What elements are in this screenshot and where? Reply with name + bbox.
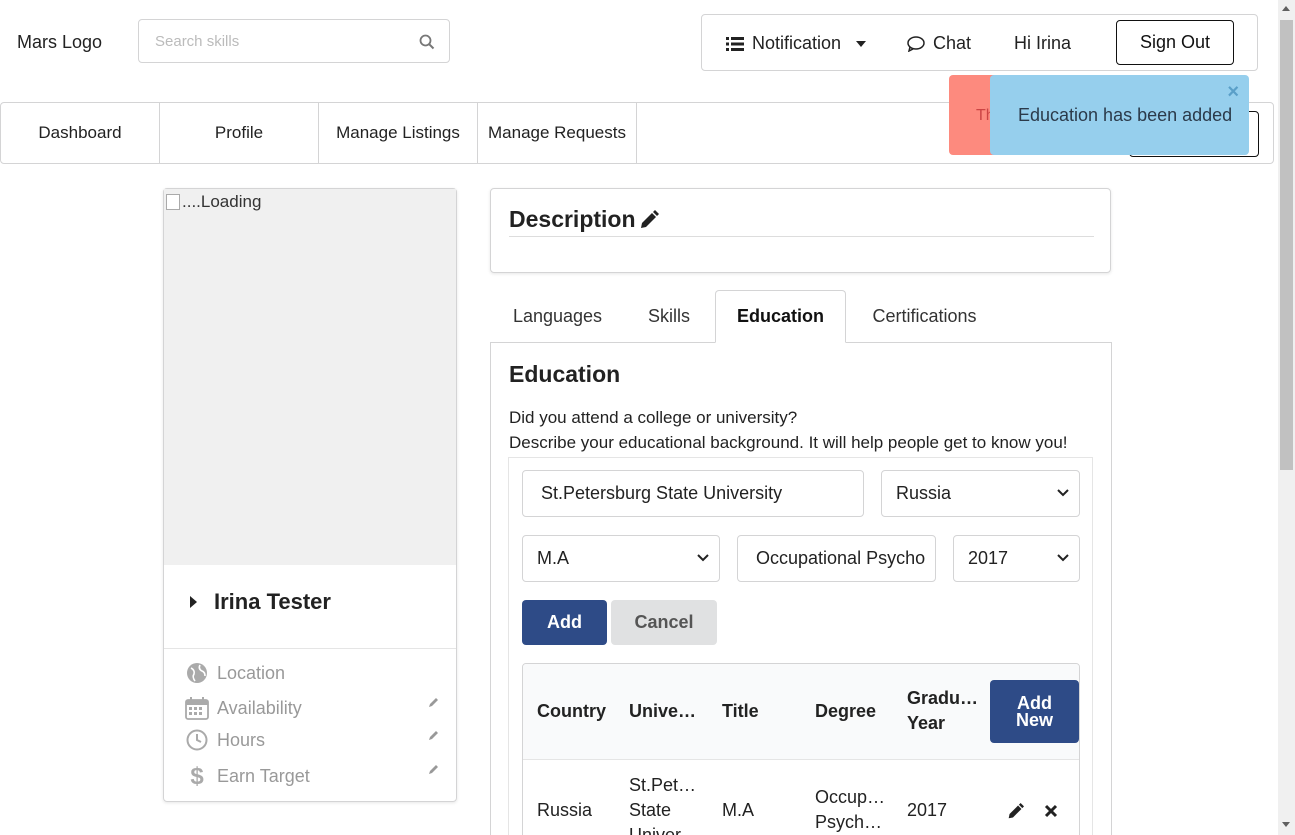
- add-new-button[interactable]: Add New: [990, 680, 1079, 743]
- tab-skills[interactable]: Skills: [630, 290, 708, 343]
- search-box: [138, 19, 450, 63]
- header-graduation: Gradu…: [907, 688, 977, 708]
- edit-description-icon[interactable]: [639, 209, 659, 230]
- cell-university-1: St.Pet…: [629, 775, 697, 795]
- nav-dashboard[interactable]: Dashboard: [1, 103, 160, 163]
- cancel-button[interactable]: Cancel: [611, 600, 717, 645]
- title-select[interactable]: M.A: [522, 535, 720, 582]
- svg-text:$: $: [190, 763, 204, 789]
- header-degree: Degree: [815, 701, 877, 721]
- chat-label: Chat: [933, 33, 972, 53]
- year-value: 2017: [968, 548, 1009, 568]
- scroll-up-icon[interactable]: [1282, 6, 1290, 11]
- user-menu: Notification Chat Hi Irina Sign Out: [701, 14, 1258, 71]
- greeting: Hi Irina: [1014, 33, 1072, 53]
- year-select[interactable]: 2017: [953, 535, 1080, 582]
- tab-languages[interactable]: Languages: [500, 290, 615, 343]
- description-title: Description: [509, 206, 636, 232]
- caret-right-icon: [190, 596, 197, 608]
- header-title: Title: [722, 701, 759, 721]
- page-scrollbar[interactable]: [1278, 0, 1295, 835]
- description-divider: [509, 236, 1094, 237]
- edit-earn-target-icon[interactable]: [428, 763, 440, 775]
- location-row: Location: [184, 662, 440, 684]
- mars-logo[interactable]: Mars Logo: [17, 32, 102, 53]
- notification-label: Notification: [752, 33, 842, 53]
- description-header: Description: [509, 206, 659, 233]
- country-value: Russia: [896, 483, 952, 503]
- tab-education[interactable]: Education: [715, 290, 846, 343]
- degree-value: Occupational Psycho: [756, 548, 926, 568]
- chat-bubble-icon: [907, 35, 925, 52]
- search-input[interactable]: [139, 20, 409, 62]
- education-description: Describe your educational background. It…: [509, 433, 1068, 452]
- degree-input[interactable]: Occupational Psycho: [737, 535, 936, 582]
- calendar-icon: [185, 697, 209, 720]
- title-value: M.A: [537, 548, 570, 568]
- info-toast: Education has been added ×: [990, 75, 1249, 155]
- education-title: Education: [509, 361, 621, 387]
- broken-image-icon: [166, 194, 180, 210]
- sign-out-button[interactable]: Sign Out: [1116, 20, 1234, 65]
- location-label: Location: [217, 662, 286, 683]
- hours-row: Hours: [184, 729, 440, 751]
- scrollbar-thumb[interactable]: [1280, 20, 1293, 470]
- hours-label: Hours: [217, 729, 266, 750]
- add-education-button[interactable]: Add: [522, 600, 607, 645]
- chevron-down-icon: [1057, 489, 1069, 497]
- university-input[interactable]: St.Petersburg State University: [522, 470, 864, 517]
- earn-target-row: $ Earn Target: [184, 763, 440, 789]
- globe-icon: [187, 663, 207, 683]
- cell-degree-2: Psych…: [815, 812, 883, 832]
- edit-availability-icon[interactable]: [428, 696, 440, 708]
- cell-country: Russia: [537, 800, 593, 820]
- card-divider: [164, 648, 456, 649]
- header-country: Country: [537, 701, 606, 721]
- add-new-line2: New: [1015, 709, 1053, 730]
- cell-university-3: Univer…: [629, 825, 700, 835]
- image-alt-text: ....Loading: [182, 192, 262, 211]
- profile-card: ....Loading Irina Tester Location Availa…: [163, 188, 457, 802]
- delete-icon[interactable]: [1044, 804, 1058, 818]
- clock-icon: [186, 729, 208, 751]
- close-icon[interactable]: ×: [1227, 81, 1239, 104]
- chat-link[interactable]: Chat: [907, 33, 971, 54]
- pencil-icon[interactable]: [1007, 803, 1024, 820]
- dollar-icon: $: [190, 763, 204, 789]
- description-card: Description: [490, 188, 1111, 273]
- university-value: St.Petersburg State University: [541, 483, 783, 503]
- chevron-down-icon: [1057, 554, 1069, 562]
- header-university: Unive…: [629, 701, 697, 721]
- notification-dropdown[interactable]: Notification: [726, 33, 867, 54]
- info-toast-message: Education has been added: [1018, 105, 1233, 125]
- education-table: Country Unive… Title Degree Gradu… Year …: [522, 663, 1080, 835]
- list-icon: [726, 36, 744, 51]
- cell-year: 2017: [907, 800, 948, 820]
- cell-degree-1: Occup…: [815, 787, 886, 807]
- table-header: Country Unive… Title Degree Gradu… Year …: [523, 664, 1079, 760]
- nav-manage-requests[interactable]: Manage Requests: [478, 103, 637, 163]
- nav-profile[interactable]: Profile: [160, 103, 319, 163]
- education-prompt: Did you attend a college or university?: [509, 408, 798, 427]
- cell-title: M.A: [722, 800, 755, 820]
- earn-target-label: Earn Target: [217, 765, 310, 786]
- profile-name-text: Irina Tester: [214, 589, 331, 614]
- nav-manage-listings[interactable]: Manage Listings: [319, 103, 478, 163]
- availability-row: Availability: [184, 696, 440, 720]
- edit-hours-icon[interactable]: [428, 729, 440, 741]
- profile-image: ....Loading: [164, 189, 456, 565]
- scroll-down-icon[interactable]: [1282, 822, 1290, 827]
- chevron-down-icon: [697, 554, 709, 562]
- header-year: Year: [907, 713, 946, 733]
- cell-university-2: State: [629, 800, 672, 820]
- caret-down-icon: [856, 40, 867, 47]
- country-select[interactable]: Russia: [881, 470, 1080, 517]
- profile-name[interactable]: Irina Tester: [190, 589, 331, 615]
- search-icon[interactable]: [419, 34, 435, 50]
- tab-certifications[interactable]: Certifications: [856, 290, 993, 343]
- availability-label: Availability: [217, 697, 302, 718]
